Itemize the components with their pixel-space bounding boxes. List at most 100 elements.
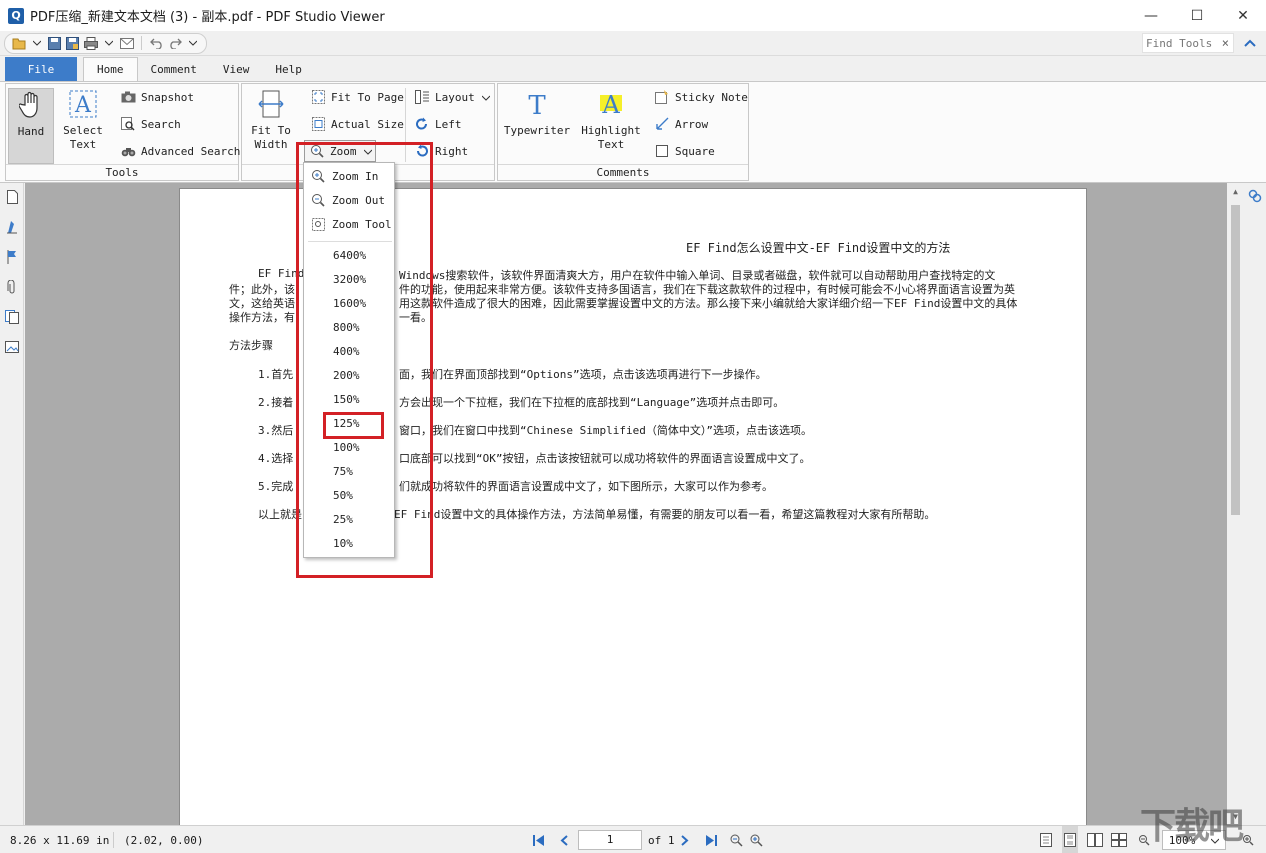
zoom-level-item[interactable]: 25% xyxy=(333,508,353,532)
tab-file[interactable]: File xyxy=(5,57,77,81)
save-icon[interactable] xyxy=(47,36,62,51)
fit-to-width-label-1: Fit To xyxy=(251,124,291,137)
typewriter-icon: T xyxy=(521,88,553,120)
tab-help[interactable]: Help xyxy=(262,57,315,81)
zoom-level-item[interactable]: 10% xyxy=(333,532,353,556)
zoom-level-item-selected[interactable]: 125% xyxy=(333,412,360,436)
zoom-level-item[interactable]: 400% xyxy=(333,340,360,364)
last-page-icon[interactable] xyxy=(705,826,717,853)
window-title: PDF压缩_新建文本文档 (3) - 副本.pdf - PDF Studio V… xyxy=(30,10,385,25)
advanced-search-button[interactable]: Advanced Search xyxy=(120,142,240,160)
zoom-level-item[interactable]: 800% xyxy=(333,316,360,340)
clear-icon[interactable]: × xyxy=(1222,36,1229,50)
window-controls: — ☐ ✕ xyxy=(1128,0,1266,31)
chevron-down-icon[interactable] xyxy=(101,36,116,51)
rotate-right-button[interactable]: Right xyxy=(414,142,468,160)
chevron-down-icon[interactable] xyxy=(185,36,200,51)
snapshot-button[interactable]: Snapshot xyxy=(120,88,194,106)
sticky-note-label: Sticky Note xyxy=(675,90,748,104)
paragraph-text: 操作方法，有 xyxy=(229,311,295,324)
fit-to-page-icon xyxy=(310,89,326,105)
tab-home[interactable]: Home xyxy=(83,57,138,81)
site-watermark: 下载吧 xyxy=(1140,806,1244,847)
fit-to-width-label-2: Width xyxy=(254,138,288,151)
arrow-button[interactable]: Arrow xyxy=(654,115,708,133)
link-icon[interactable] xyxy=(1248,189,1262,206)
bookmarks-icon[interactable] xyxy=(5,249,19,265)
facing-continuous-view-icon[interactable] xyxy=(1111,826,1127,853)
chevron-down-icon[interactable] xyxy=(29,36,44,51)
zoom-level-item[interactable]: 75% xyxy=(333,460,353,484)
page-number-value[interactable]: 1 xyxy=(578,830,642,850)
scroll-thumb[interactable] xyxy=(1231,205,1240,515)
previous-view-icon[interactable] xyxy=(729,826,743,853)
vertical-scrollbar[interactable]: ▲ ▼ xyxy=(1227,183,1244,825)
minimize-button[interactable]: — xyxy=(1128,0,1174,31)
steps-heading: 方法步骤 xyxy=(229,339,273,352)
sticky-note-button[interactable]: Sticky Note xyxy=(654,88,748,106)
zoom-level-item[interactable]: 150% xyxy=(333,388,360,412)
page-number-input[interactable]: 1 xyxy=(578,826,642,853)
zoom-level-item[interactable]: 200% xyxy=(333,364,360,388)
maximize-button[interactable]: ☐ xyxy=(1174,0,1220,31)
zoom-level-item[interactable]: 1600% xyxy=(333,292,366,316)
fit-to-width-button[interactable]: Fit To Width xyxy=(246,88,296,164)
square-button[interactable]: Square xyxy=(654,142,715,160)
rotate-left-button[interactable]: Left xyxy=(414,115,462,133)
page-count-label: of 1 xyxy=(648,833,675,847)
hand-tool-button[interactable]: Hand xyxy=(8,88,54,164)
fit-to-page-button[interactable]: Fit To Page xyxy=(310,88,404,106)
continuous-view-icon[interactable] xyxy=(1062,826,1078,853)
close-button[interactable]: ✕ xyxy=(1220,0,1266,31)
pages-icon[interactable] xyxy=(5,189,19,205)
zoom-tool-menu-item[interactable]: Zoom Tool xyxy=(304,212,394,236)
search-label: Search xyxy=(141,117,181,131)
select-text-button[interactable]: A Select Text xyxy=(60,88,106,164)
next-view-icon[interactable] xyxy=(749,826,763,853)
page-size-readout: 8.26 x 11.69 in xyxy=(10,833,110,847)
zoom-in-menu-item[interactable]: Zoom In xyxy=(304,164,394,188)
step-text: 们就成功将软件的界面语言设置成中文了，如下图所示，大家可以作为参考。 xyxy=(399,480,773,493)
select-text-label-2: Text xyxy=(69,138,97,151)
search-button[interactable]: Search xyxy=(120,115,181,133)
email-icon[interactable] xyxy=(119,36,134,51)
save-as-icon[interactable] xyxy=(65,36,80,51)
first-page-icon[interactable] xyxy=(533,826,545,853)
actual-size-icon xyxy=(310,116,326,132)
document-title: EF Find怎么设置中文-EF Find设置中文的方法 xyxy=(686,241,951,255)
layers-icon[interactable] xyxy=(5,309,19,325)
zoom-level-item[interactable]: 100% xyxy=(333,436,360,460)
actual-size-label: Actual Size xyxy=(331,117,404,131)
print-icon[interactable] xyxy=(83,36,98,51)
document-viewport[interactable]: EF Find怎么设置中文-EF Find设置中文的方法 EF Find Win… xyxy=(25,183,1244,825)
zoom-level-item[interactable]: 6400% xyxy=(333,244,366,268)
zoom-dropdown-button[interactable]: Zoom xyxy=(304,140,376,162)
next-page-icon[interactable] xyxy=(681,826,689,853)
square-label: Square xyxy=(675,144,715,158)
find-tools-input[interactable]: Find Tools × xyxy=(1142,33,1234,53)
layout-button[interactable]: Layout xyxy=(414,88,491,106)
zoom-level-item[interactable]: 3200% xyxy=(333,268,366,292)
collapse-ribbon-icon[interactable] xyxy=(1244,37,1256,50)
step-text: 口底部可以找到“OK”按钮，点击该按钮就可以成功将软件的界面语言设置成中文了。 xyxy=(399,452,811,465)
highlight-text-button[interactable]: A Highlight Text xyxy=(576,88,646,164)
facing-view-icon[interactable] xyxy=(1087,826,1103,853)
image-panel-icon[interactable] xyxy=(5,339,19,355)
actual-size-button[interactable]: Actual Size xyxy=(310,115,404,133)
open-file-icon[interactable] xyxy=(11,36,26,51)
attachments-icon[interactable] xyxy=(5,279,19,295)
undo-icon[interactable] xyxy=(149,36,164,51)
signatures-icon[interactable] xyxy=(5,219,19,235)
tab-view[interactable]: View xyxy=(210,57,263,81)
zoom-level-item[interactable]: 50% xyxy=(333,484,353,508)
scroll-up-icon[interactable]: ▲ xyxy=(1227,183,1244,200)
single-page-view-icon[interactable] xyxy=(1040,826,1052,853)
previous-page-icon[interactable] xyxy=(560,826,568,853)
tab-comment[interactable]: Comment xyxy=(138,57,210,81)
square-icon xyxy=(654,143,670,159)
zoom-out-menu-item[interactable]: Zoom Out xyxy=(304,188,394,212)
advanced-search-label: Advanced Search xyxy=(141,144,241,158)
select-text-label-1: Select xyxy=(63,124,103,137)
typewriter-button[interactable]: T Typewriter xyxy=(502,88,572,164)
redo-icon[interactable] xyxy=(167,36,182,51)
